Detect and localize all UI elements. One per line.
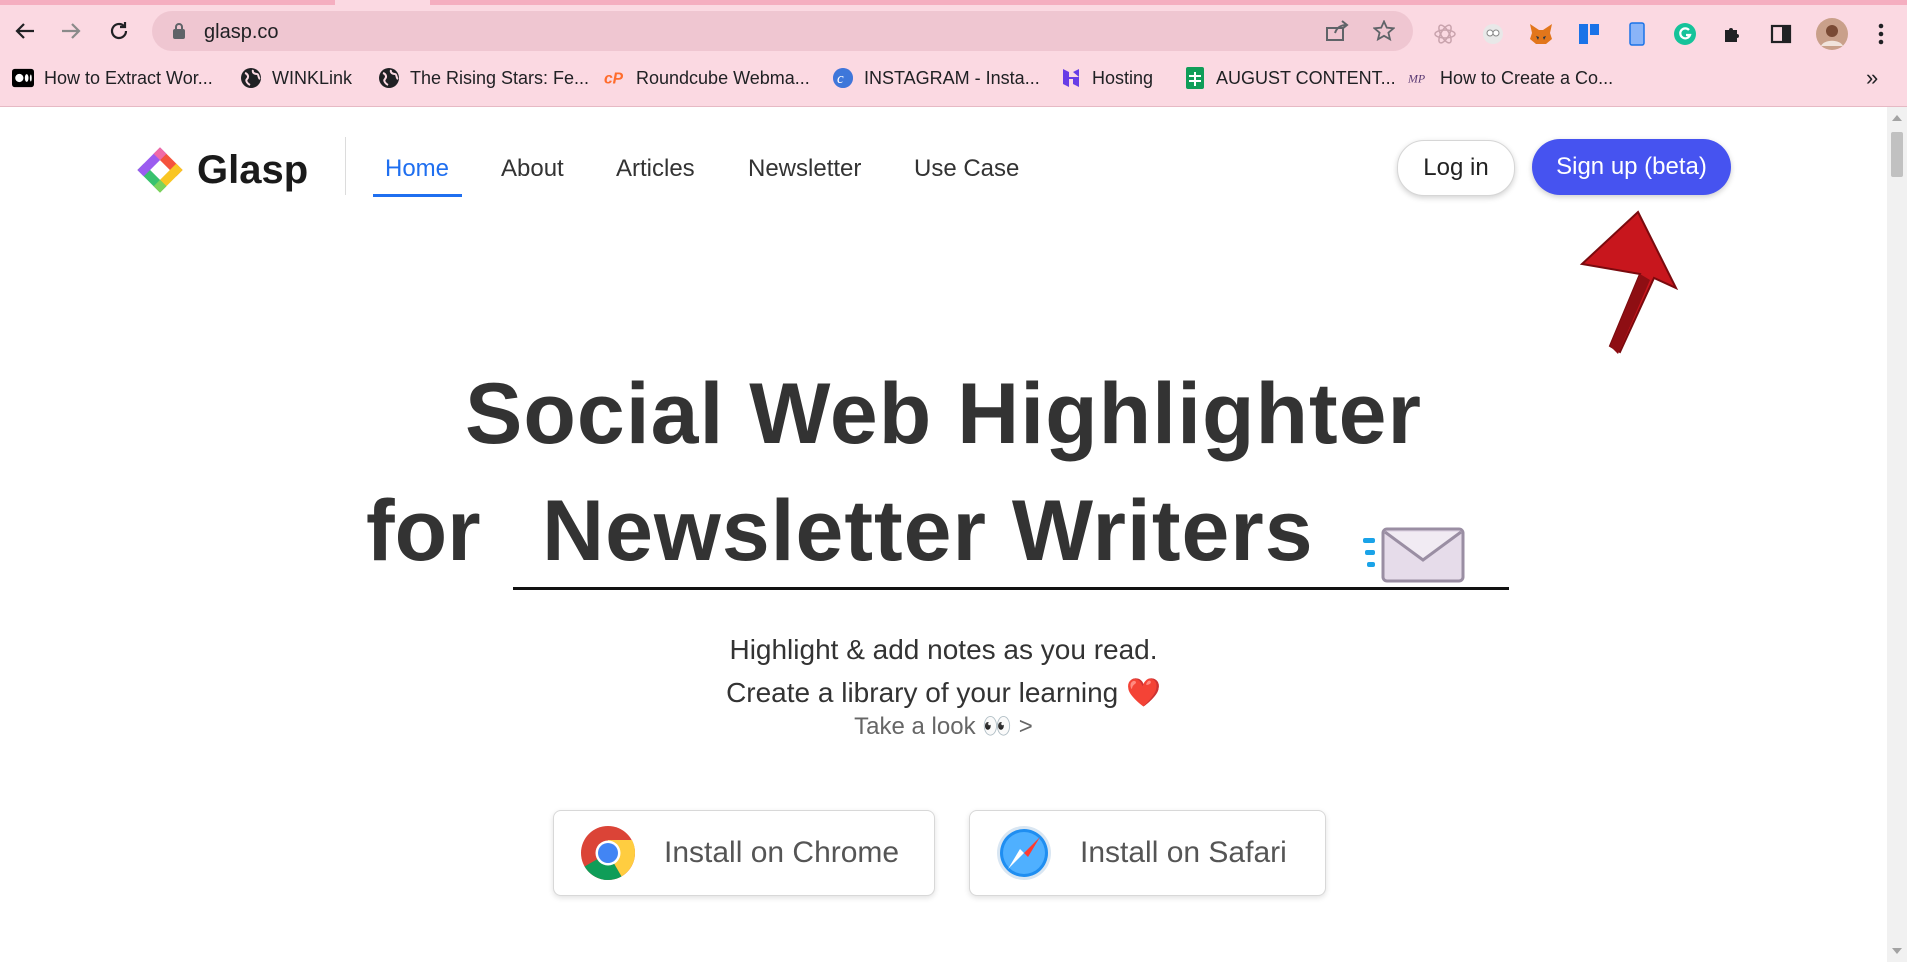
bookmark-item[interactable]: MP How to Create a Co... [1408, 62, 1613, 94]
chrome-logo-icon [581, 826, 636, 881]
bookmark-item[interactable]: AUGUST CONTENT... [1184, 62, 1396, 94]
svg-text:cP: cP [604, 71, 624, 88]
hostinger-icon [1060, 67, 1082, 89]
bookmark-item[interactable]: cP Roundcube Webma... [604, 62, 810, 94]
heart-icon: ❤️ [1126, 677, 1161, 708]
extensions-puzzle-icon[interactable] [1719, 20, 1747, 48]
tab-strip [0, 0, 1907, 5]
glasp-logo[interactable]: Glasp [135, 145, 308, 195]
nav-about[interactable]: About [501, 155, 564, 183]
bookmark-label: Roundcube Webma... [636, 67, 810, 88]
install-safari-label: Install on Safari [1080, 836, 1287, 869]
nav-home[interactable]: Home [385, 155, 449, 183]
bookmarks-bar: How to Extract Wor... WINKLink The Risin… [0, 62, 1907, 94]
more-bookmarks-button[interactable]: » [1866, 62, 1878, 94]
reload-icon [110, 22, 128, 40]
share-icon[interactable] [1325, 20, 1349, 47]
back-button[interactable] [12, 18, 38, 44]
cpanel-icon: cP [604, 67, 626, 89]
globe-icon [240, 67, 262, 89]
hero-subtitle-text: Create a library of your learning [726, 677, 1119, 708]
nav-use-case[interactable]: Use Case [914, 155, 1019, 183]
forward-arrow-icon [62, 23, 81, 39]
scroll-down-arrow[interactable] [1892, 948, 1902, 954]
install-safari-button[interactable]: Install on Safari [969, 810, 1326, 896]
back-arrow-icon [15, 23, 34, 39]
hero-subtitle-line1: Highlight & add notes as you read. [729, 634, 1158, 665]
profile-avatar[interactable] [1815, 17, 1849, 51]
sheets-icon [1184, 67, 1206, 89]
canva-icon: c [832, 67, 854, 89]
envelope-icon [1363, 527, 1465, 583]
bookmark-item[interactable]: The Rising Stars: Fe... [378, 62, 589, 94]
annotation-arrow [1579, 210, 1679, 354]
glasp-logo-icon [137, 147, 183, 193]
metamask-fox-icon[interactable] [1527, 20, 1555, 48]
hero-subtitle-line2: Create a library of your learning ❤️ [0, 676, 1887, 709]
forward-button[interactable] [58, 18, 84, 44]
bookmark-item[interactable]: How to Extract Wor... [12, 62, 213, 94]
bookmark-label: WINKLink [272, 67, 353, 88]
owl-extension-icon[interactable] [1479, 20, 1507, 48]
scroll-thumb[interactable] [1891, 132, 1903, 177]
svg-text:c: c [837, 71, 844, 87]
page-scrollbar[interactable] [1887, 107, 1907, 962]
svg-text:MP: MP [1408, 72, 1425, 86]
grammarly-icon[interactable] [1671, 20, 1699, 48]
url-text: glasp.co [204, 21, 279, 43]
bookmark-label: How to Create a Co... [1440, 67, 1614, 88]
page-viewport: Glasp Home About Articles Newsletter Use… [0, 107, 1887, 962]
active-tab-edge [335, 0, 430, 5]
active-nav-underline [373, 194, 462, 197]
address-bar[interactable]: glasp.co [152, 11, 1413, 51]
bookmark-item[interactable]: c INSTAGRAM - Insta... [832, 62, 1040, 94]
trello-icon[interactable] [1575, 20, 1603, 48]
browser-chrome: glasp.co How to Extract Wor... WINKLink … [0, 0, 1907, 107]
globe-icon [378, 67, 400, 89]
bookmark-label: How to Extract Wor... [44, 67, 213, 88]
install-chrome-button[interactable]: Install on Chrome [553, 810, 935, 896]
hero-heading-prefix: for [366, 483, 481, 579]
bookmark-label: INSTAGRAM - Insta... [864, 67, 1040, 88]
medium-icon [12, 67, 34, 89]
login-button[interactable]: Log in [1397, 140, 1515, 196]
signup-button[interactable]: Sign up (beta) [1532, 139, 1731, 195]
install-chrome-label: Install on Chrome [664, 836, 900, 869]
bookmark-label: AUGUST CONTENT... [1216, 67, 1396, 88]
browser-toolbar: glasp.co [0, 6, 1907, 56]
take-a-look-link[interactable]: Take a look 👀 > [0, 712, 1887, 741]
nav-articles[interactable]: Articles [616, 155, 695, 183]
scroll-up-arrow[interactable] [1892, 115, 1902, 121]
bookmark-label: Hosting [1092, 67, 1154, 88]
header-divider [345, 137, 346, 195]
mp-icon: MP [1408, 67, 1430, 89]
bookmark-item[interactable]: WINKLink [240, 62, 352, 94]
nav-newsletter[interactable]: Newsletter [748, 155, 861, 183]
reload-button[interactable] [106, 18, 132, 44]
react-devtools-icon[interactable] [1431, 20, 1459, 48]
browser-menu-icon[interactable] [1867, 20, 1895, 48]
hero-heading-line1: Social Web Highlighter [465, 366, 1422, 462]
bookmark-star-icon[interactable] [1372, 19, 1396, 47]
safari-compass-icon [997, 826, 1051, 880]
brand-name: Glasp [197, 147, 309, 192]
hero-heading-typed: Newsletter Writers [542, 483, 1314, 579]
lock-icon [173, 23, 185, 39]
phone-extension-icon[interactable] [1623, 20, 1651, 48]
typing-cursor-underline [513, 587, 1509, 590]
bookmark-label: The Rising Stars: Fe... [410, 67, 590, 88]
side-panel-icon[interactable] [1767, 20, 1795, 48]
bookmark-item[interactable]: Hosting [1060, 62, 1153, 94]
